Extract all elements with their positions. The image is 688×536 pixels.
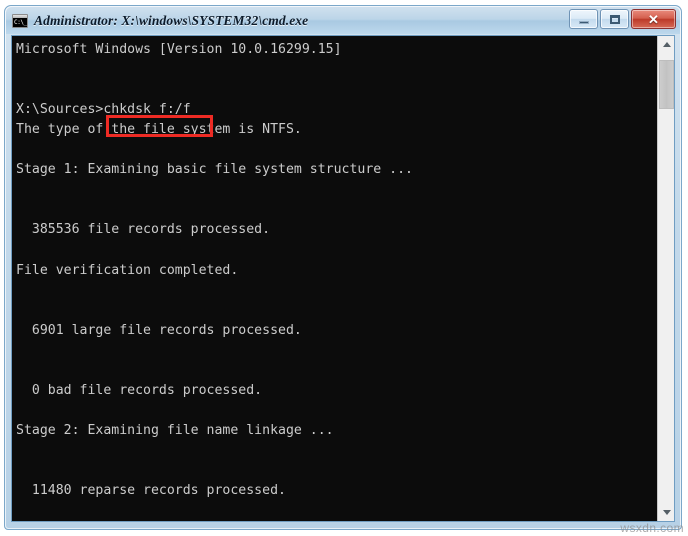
console-line: 6901 large file records processed.	[16, 322, 302, 338]
console-line: X:\Sources>chkdsk f:/f	[16, 102, 191, 118]
scroll-up-arrow[interactable]	[658, 36, 674, 53]
command-prompt-window: C:\_ Administrator: X:\windows\SYSTEM32\…	[4, 5, 682, 530]
console-output-area[interactable]: Microsoft Windows [Version 10.0.16299.15…	[11, 35, 675, 522]
chevron-down-icon	[662, 510, 671, 515]
cmd-console-icon: C:\_	[12, 13, 28, 28]
window-controls: ✕	[569, 9, 676, 29]
console-line: 11480 reparse records processed.	[16, 483, 286, 499]
console-line: 385536 file records processed.	[16, 222, 271, 238]
console-scrollbar[interactable]	[657, 36, 674, 521]
chevron-up-icon	[662, 42, 671, 47]
console-text: Microsoft Windows [Version 10.0.16299.15…	[12, 36, 657, 521]
scroll-thumb[interactable]	[659, 60, 674, 109]
icon-titlebar-strip	[13, 14, 27, 18]
console-line: The type of the file system is NTFS.	[16, 122, 302, 138]
window-title: Administrator: X:\windows\SYSTEM32\cmd.e…	[34, 12, 309, 28]
maximize-icon	[601, 10, 628, 28]
minimize-button[interactable]	[569, 9, 598, 29]
console-line: File verification completed.	[16, 262, 239, 278]
close-button[interactable]: ✕	[631, 9, 676, 29]
console-line: Microsoft Windows [Version 10.0.16299.15…	[16, 42, 342, 57]
maximize-button[interactable]	[600, 9, 629, 29]
scroll-down-arrow[interactable]	[658, 504, 674, 521]
console-line: 0 bad file records processed.	[16, 382, 263, 398]
console-line: Stage 2: Examining file name linkage ...	[16, 422, 334, 438]
minimize-icon	[570, 10, 597, 28]
icon-prompt-glyph: C:\_	[14, 18, 27, 26]
watermark: wsxdn.com	[620, 521, 684, 535]
close-icon: ✕	[648, 11, 659, 27]
title-bar[interactable]: C:\_ Administrator: X:\windows\SYSTEM32\…	[6, 7, 680, 34]
console-line: Stage 1: Examining basic file system str…	[16, 162, 413, 178]
